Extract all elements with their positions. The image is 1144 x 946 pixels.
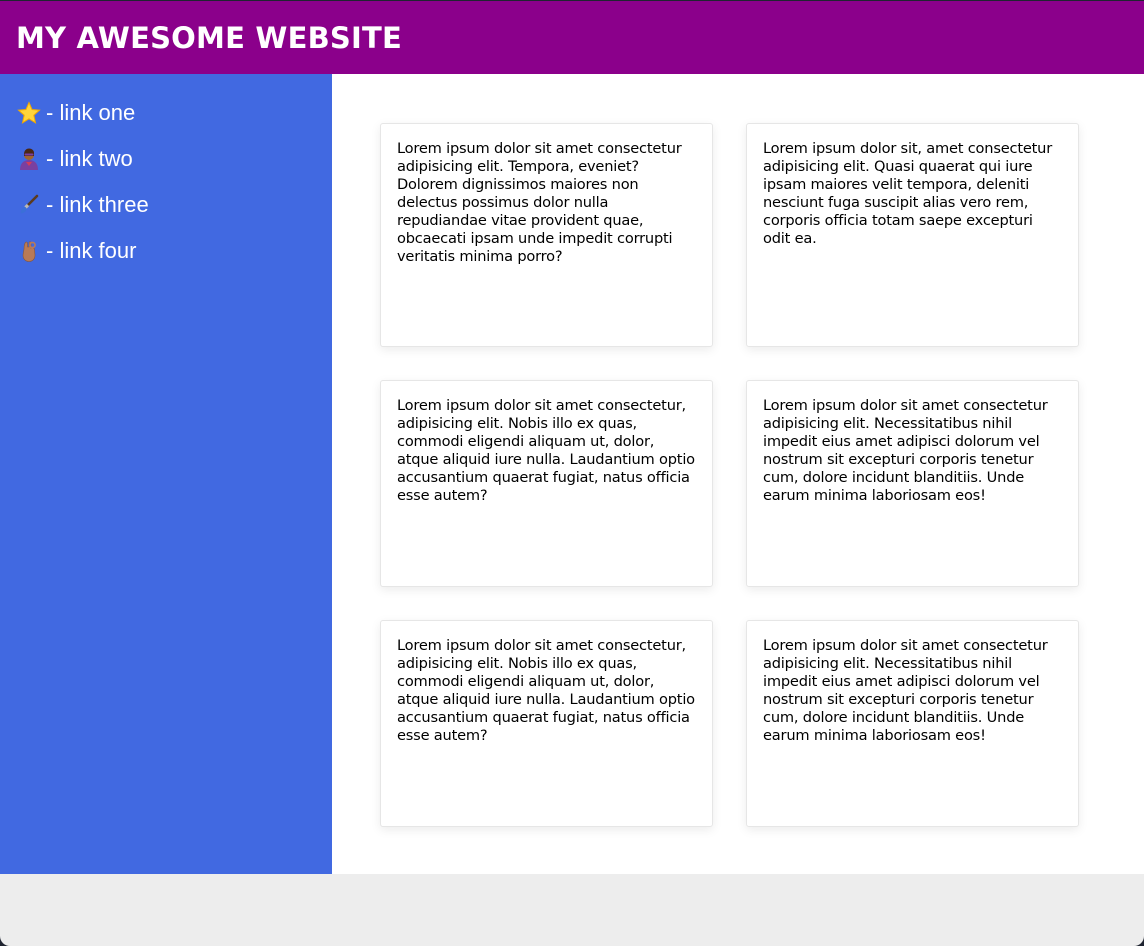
- card-text: Lorem ipsum dolor sit, amet consectetur …: [763, 140, 1052, 247]
- sidebar-item-label: - link one: [46, 100, 136, 125]
- sidebar-item-link-three[interactable]: - link three: [16, 181, 332, 229]
- content-card: Lorem ipsum dolor sit amet consectetur a…: [746, 380, 1079, 587]
- paintbrush-icon: [16, 192, 42, 218]
- sidebar-item-link-two[interactable]: - link two: [16, 135, 332, 183]
- site-header: MY AWESOME WEBSITE: [0, 1, 1144, 74]
- sidebar-item-link-four[interactable]: - link four: [16, 227, 332, 275]
- content-card: Lorem ipsum dolor sit amet consectetur, …: [380, 380, 713, 587]
- superhero-icon: [16, 146, 42, 172]
- main-content: Lorem ipsum dolor sit amet consectetur a…: [332, 74, 1144, 874]
- card-text: Lorem ipsum dolor sit amet consectetur, …: [397, 637, 695, 744]
- sidebar-item-label: - link two: [46, 146, 133, 171]
- content-card: Lorem ipsum dolor sit amet consectetur, …: [380, 620, 713, 827]
- content-card: Lorem ipsum dolor sit amet consectetur a…: [380, 123, 713, 347]
- content-card: Lorem ipsum dolor sit, amet consectetur …: [746, 123, 1079, 347]
- sidebar-item-label: - link three: [46, 192, 149, 217]
- card-text: Lorem ipsum dolor sit amet consectetur a…: [763, 637, 1048, 744]
- browser-viewport: MY AWESOME WEBSITE - link one - link two…: [0, 1, 1144, 946]
- site-title: MY AWESOME WEBSITE: [16, 20, 402, 55]
- card-text: Lorem ipsum dolor sit amet consectetur a…: [763, 397, 1048, 504]
- sidebar-item-link-one[interactable]: - link one: [16, 89, 332, 137]
- content-card: Lorem ipsum dolor sit amet consectetur a…: [746, 620, 1079, 827]
- card-text: Lorem ipsum dolor sit amet consectetur, …: [397, 397, 695, 504]
- sidebar-nav: - link one - link two - link three - lin…: [0, 74, 332, 874]
- ok-hand-icon: [16, 238, 42, 264]
- card-text: Lorem ipsum dolor sit amet consectetur a…: [397, 140, 682, 265]
- sidebar-item-label: - link four: [46, 238, 137, 263]
- star-icon: [16, 100, 42, 126]
